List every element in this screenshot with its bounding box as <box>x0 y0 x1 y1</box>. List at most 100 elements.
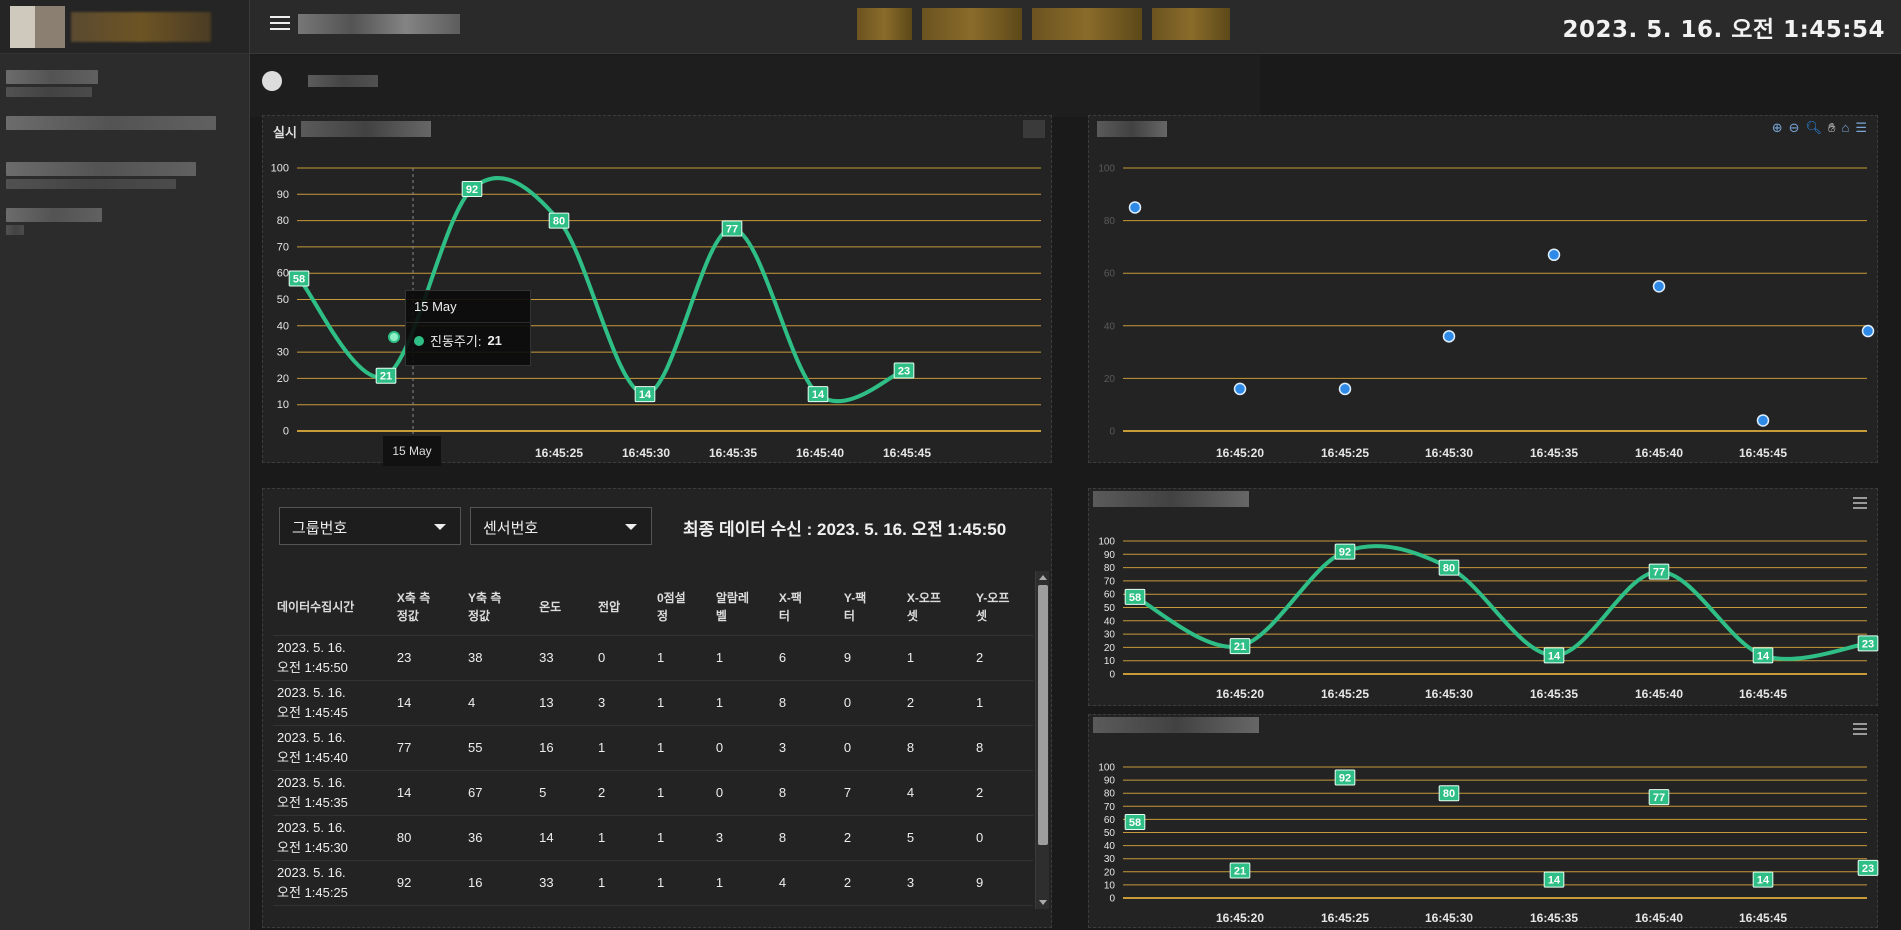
sidebar-item-sublabel <box>6 225 24 235</box>
x-tick-label: 16:45:20 <box>1216 687 1264 701</box>
table-cell: 16 <box>464 860 536 906</box>
table-cell: 4 <box>774 860 840 906</box>
table-cell: 7 <box>839 770 903 816</box>
scroll-up-icon[interactable] <box>1039 575 1047 580</box>
table-header-row: 데이터수집시간 X축 측 정값 Y축 측 정값 온도 전압 0점설 정 알람레 벨 X-팩 터 Y-팩 터 X… <box>273 579 1033 636</box>
table-cell: 2 <box>839 815 903 861</box>
sidebar-item-3[interactable] <box>0 154 249 200</box>
group-select[interactable]: 그룹번호 <box>279 507 461 545</box>
data-label: 14 <box>1548 875 1561 887</box>
sidebar-item-2[interactable] <box>0 108 249 154</box>
y-tick-label: 0 <box>1109 894 1115 905</box>
table-cell: 9 <box>971 860 1033 906</box>
table-header-line: 정 <box>656 609 668 623</box>
x-tick-label: 16:45:25 <box>1321 911 1369 925</box>
scatter-chart: 0 20 40 60 80 100 16:45:20 16:45:25 16:45:30 16:4… <box>1098 164 1875 460</box>
table-cell: 2 <box>594 770 653 816</box>
sidebar-item-label <box>6 70 98 84</box>
tooltip-date: 15 May <box>406 291 530 323</box>
table-row[interactable]: 2023. 5. 16. 오전 1:45:25 92 16 33 1 1 1 4 2 3 9 <box>273 860 1033 906</box>
scatter-point <box>1128 201 1142 214</box>
table-cell: 33 <box>535 860 595 906</box>
table-header-3: 온도 <box>535 579 595 636</box>
table-row[interactable]: 2023. 5. 16.2116270032073 <box>273 905 1033 919</box>
cell-date: 2023. 5. 16. <box>277 730 346 745</box>
table-header-line: 셋 <box>906 609 918 623</box>
x-tick-label: 16:45:25 <box>1321 446 1369 460</box>
table-cell: 38 <box>464 635 536 681</box>
cell-time: 2023. 5. 16. 오전 1:45:45 <box>273 680 393 726</box>
y-tick-label: 30 <box>1104 630 1116 641</box>
toggle-label <box>308 75 378 87</box>
y-tick-label: 10 <box>1104 880 1116 891</box>
sidebar-item-4[interactable] <box>0 200 249 246</box>
sidebar-item-1[interactable] <box>0 62 249 108</box>
table-cell: 5 <box>535 770 595 816</box>
sidebar-item-label <box>6 208 102 222</box>
chevron-down-icon <box>434 524 446 530</box>
table-cell: 1 <box>594 815 653 861</box>
table-header-line: 데이터수집시간 <box>277 600 355 614</box>
data-label: 77 <box>726 223 738 235</box>
scatter-chart-panel: ⊕ ⊖ 🔍︎ ✋︎ ⌂ ☰ 0 20 40 60 80 100 16:45:20 16:45:… <box>1088 115 1878 463</box>
table-header-9: X-오프 셋 <box>902 579 972 636</box>
x-tick-label: 16:45:30 <box>1425 687 1473 701</box>
y-tick-label: 20 <box>1104 867 1116 878</box>
toggle-switch[interactable] <box>262 71 282 91</box>
table-header-6: 알람레 벨 <box>711 579 775 636</box>
data-label: 23 <box>1862 863 1874 875</box>
table-row[interactable]: 2023. 5. 16. 오전 1:45:50 23 38 33 0 1 1 6 9 1 2 <box>273 635 1033 681</box>
scroll-down-icon[interactable] <box>1039 900 1047 905</box>
table-cell: 3 <box>711 905 775 919</box>
y-tick-label: 30 <box>1104 854 1116 865</box>
table-cell: 1 <box>594 725 653 771</box>
hamburger-icon[interactable] <box>270 16 290 32</box>
table-header-7: X-팩 터 <box>774 579 840 636</box>
logo-area[interactable] <box>0 0 249 54</box>
data-label: 14 <box>1757 875 1770 887</box>
table-cell: 0 <box>652 905 712 919</box>
data-label: 92 <box>1339 547 1351 559</box>
table-cell: 4 <box>464 680 536 726</box>
subheader <box>250 55 1260 117</box>
mini-line-chart: 0 10 20 30 40 50 60 70 80 90 100 16:45:20 16:45:25 16… <box>1098 537 1879 701</box>
table-cell: 0 <box>839 905 903 919</box>
scroll-thumb[interactable] <box>1038 585 1048 845</box>
table-cell: 16 <box>535 725 595 771</box>
table-cell: 3 <box>971 905 1033 919</box>
x-tick-label: 16:45:45 <box>1739 446 1787 460</box>
table-header-4: 전압 <box>594 579 653 636</box>
table-cell: 92 <box>392 860 464 906</box>
x-tick-label: 16:45:35 <box>1530 911 1578 925</box>
table-header-5: 0점설 정 <box>652 579 712 636</box>
table-cell: 7 <box>902 905 972 919</box>
cell-clock: 오전 1:45:50 <box>277 660 348 675</box>
table-cell: 5 <box>902 815 972 861</box>
app-title <box>298 14 460 34</box>
realtime-chart-panel: 실시 0 10 20 30 40 50 60 70 80 90 100 16:45:25 16:45:3… <box>262 115 1052 466</box>
y-tick-label: 60 <box>1104 815 1116 826</box>
table-cell: 33 <box>535 635 595 681</box>
table-cell: 1 <box>652 860 712 906</box>
table-row[interactable]: 2023. 5. 16. 오전 1:45:35 14 67 5 2 1 0 8 7 4 2 <box>273 770 1033 816</box>
table-row[interactable]: 2023. 5. 16. 오전 1:45:30 80 36 14 1 1 3 8 2 5 0 <box>273 815 1033 861</box>
y-tick-label: 40 <box>1104 321 1116 332</box>
y-tick-label: 80 <box>277 215 289 227</box>
table-row[interactable]: 2023. 5. 16. 오전 1:45:45 14 4 13 3 1 1 8 0 2 1 <box>273 680 1033 726</box>
y-tick-label: 100 <box>1098 164 1115 175</box>
table-cell: 8 <box>902 725 972 771</box>
table-cell: 8 <box>774 680 840 726</box>
x-tick-label: 16:45:30 <box>1425 446 1473 460</box>
x-tick-label: 16:45:35 <box>1530 687 1578 701</box>
y-tick-label: 20 <box>277 373 289 385</box>
cell-date: 2023. 5. 16. <box>277 685 346 700</box>
cell-time: 2023. 5. 16. 오전 1:45:50 <box>273 635 393 681</box>
group-select-value: 그룹번호 <box>292 520 348 537</box>
cell-clock: 오전 1:45:30 <box>277 840 348 855</box>
y-tick-label: 50 <box>1104 603 1116 614</box>
data-table: 데이터수집시간 X축 측 정값 Y축 측 정값 온도 전압 0점설 정 알람레 벨 X-팩 터 Y-팩 터 X… <box>273 579 1033 919</box>
y-tick-label: 10 <box>277 399 289 411</box>
sensor-select[interactable]: 센서번호 <box>470 507 652 545</box>
table-row[interactable]: 2023. 5. 16. 오전 1:45:40 77 55 16 1 1 0 3 0 8 8 <box>273 725 1033 771</box>
table-scrollbar[interactable] <box>1035 571 1049 909</box>
